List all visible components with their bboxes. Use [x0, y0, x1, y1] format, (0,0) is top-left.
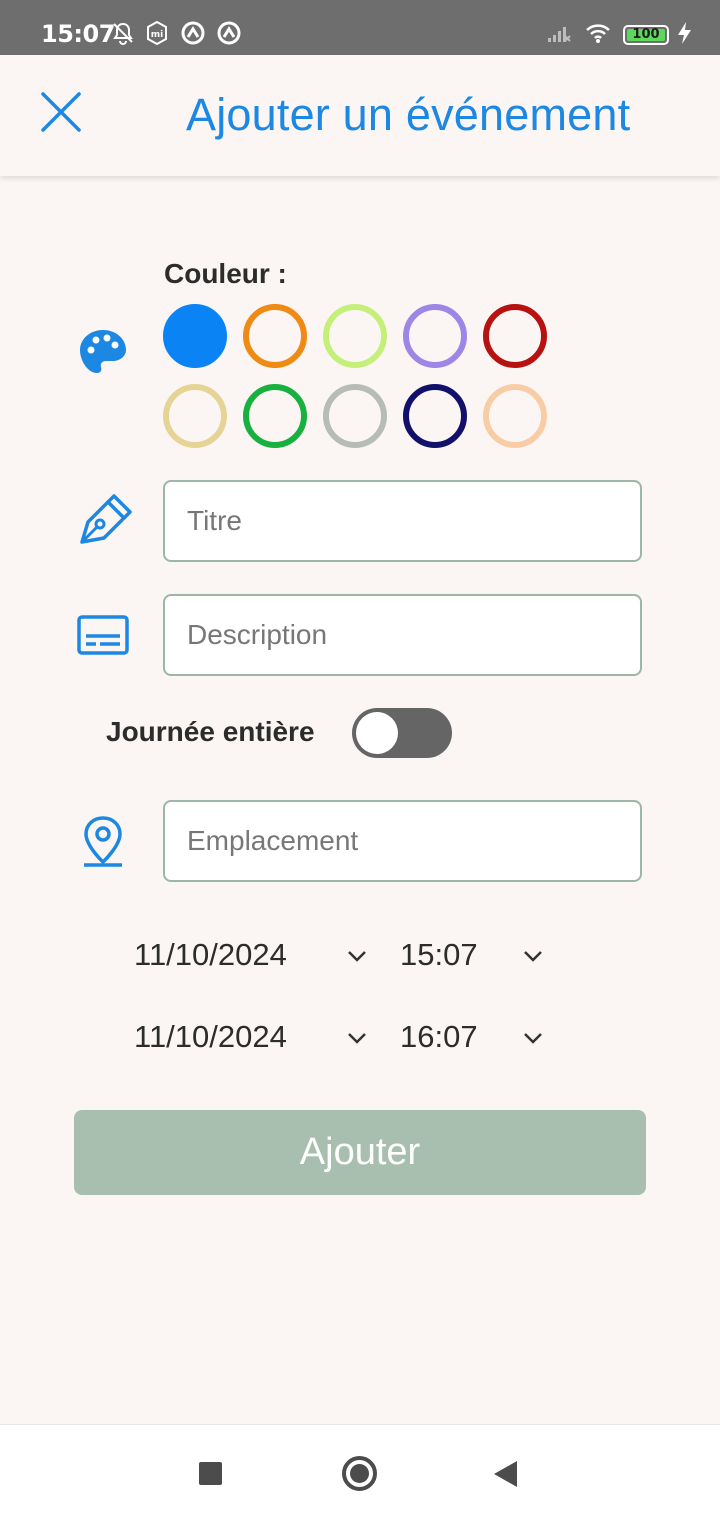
battery-icon: 100 — [623, 25, 669, 45]
start-date: 11/10/2024 — [134, 937, 287, 972]
close-icon[interactable] — [36, 87, 86, 137]
chevron-down-icon — [524, 951, 542, 962]
all-day-label: Journée entière — [106, 716, 315, 747]
pen-icon — [80, 494, 132, 544]
chevron-down-icon — [348, 951, 366, 962]
palette-icon — [80, 330, 126, 373]
end-time: 16:07 — [400, 1019, 478, 1054]
color-swatch[interactable] — [403, 384, 467, 448]
location-field[interactable] — [163, 800, 642, 882]
all-day-toggle[interactable] — [352, 708, 452, 758]
description-icon — [77, 615, 129, 655]
color-swatch[interactable] — [403, 304, 467, 368]
color-swatch[interactable] — [323, 384, 387, 448]
location-input[interactable] — [165, 802, 640, 880]
home-icon[interactable] — [342, 1456, 377, 1491]
add-event-button[interactable]: Ajouter — [74, 1110, 646, 1195]
chevron-down-icon — [524, 1033, 542, 1044]
end-date: 11/10/2024 — [134, 1019, 287, 1054]
system-nav-bar — [0, 1424, 720, 1520]
start-time: 15:07 — [400, 937, 478, 972]
app-bar: Ajouter un événement — [0, 55, 720, 176]
location-pin-icon — [84, 816, 122, 867]
wifi-icon — [586, 24, 610, 43]
page-title: Ajouter un événement — [186, 89, 631, 140]
description-field[interactable] — [163, 594, 642, 676]
description-input[interactable] — [165, 596, 640, 674]
battery-level: 100 — [632, 27, 660, 42]
back-icon[interactable] — [494, 1461, 517, 1487]
color-swatch[interactable] — [163, 384, 227, 448]
chevron-down-icon — [348, 1033, 366, 1044]
status-time: 15:07 — [41, 20, 115, 48]
title-input[interactable] — [165, 482, 640, 560]
color-swatch[interactable] — [163, 304, 227, 368]
color-swatch[interactable] — [243, 384, 307, 448]
data-saver-icon — [217, 21, 241, 45]
color-swatch[interactable] — [483, 384, 547, 448]
color-swatch[interactable] — [323, 304, 387, 368]
toggle-knob — [356, 712, 398, 754]
recents-icon[interactable] — [199, 1462, 222, 1485]
mi-icon: mi — [147, 20, 167, 46]
color-swatch[interactable] — [243, 304, 307, 368]
notifications-off-icon — [113, 22, 133, 45]
status-bar: 15:07 mi 100 — [0, 0, 720, 55]
data-saver-icon — [181, 21, 205, 45]
charging-icon — [678, 22, 691, 44]
svg-text:mi: mi — [151, 30, 163, 40]
color-swatch[interactable] — [483, 304, 547, 368]
title-field[interactable] — [163, 480, 642, 562]
signal-icon — [548, 27, 571, 42]
color-label: Couleur : — [164, 258, 287, 289]
